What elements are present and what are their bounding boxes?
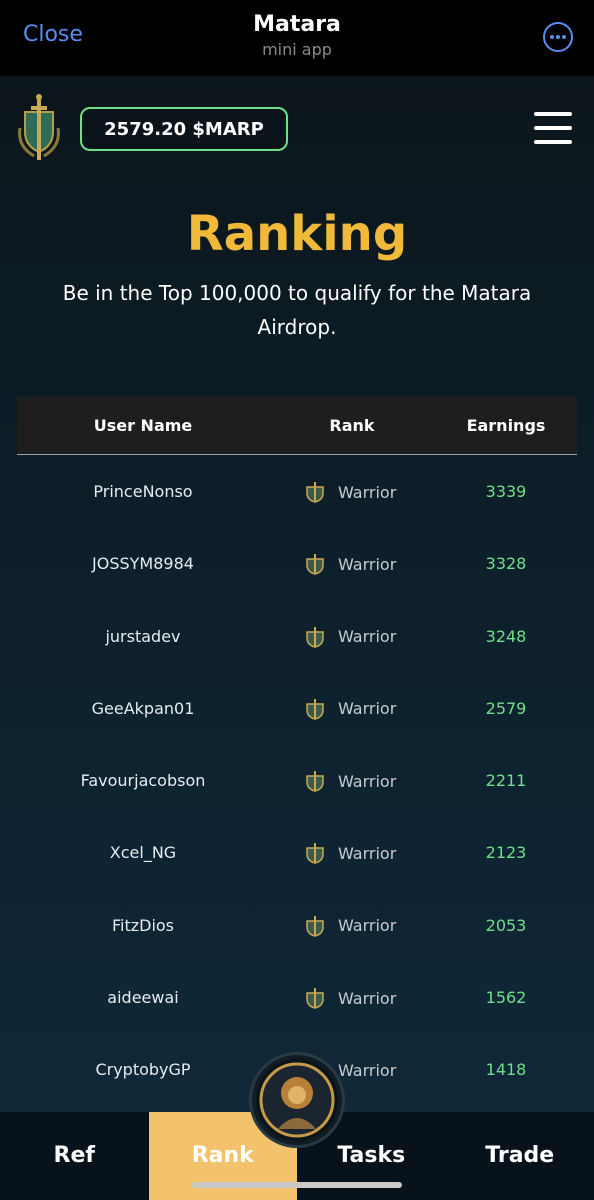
rank-label: Warrior (338, 627, 397, 647)
rank-cell: Warrior (304, 987, 396, 1009)
user-name-cell: aideewai (107, 988, 179, 1008)
earnings-cell: 2211 (485, 771, 527, 791)
rank-label: Warrior (338, 771, 397, 791)
lion-warrior-icon (259, 1062, 335, 1138)
tab-ref[interactable]: Ref (0, 1112, 149, 1200)
warrior-helmet-icon (306, 626, 324, 648)
column-header-user-name: User Name (93, 416, 193, 435)
column-header-rank: Rank (329, 416, 375, 435)
rank-cell: Warrior (304, 842, 397, 865)
earnings-cell: 3248 (485, 626, 527, 646)
rank-cell: Warrior (304, 481, 396, 503)
rank-cell: Warrior (304, 698, 396, 720)
table-row: GeeAkpan01 Warrior 2579 (17, 673, 577, 745)
tab-trade[interactable]: Trade (446, 1112, 594, 1200)
app-title: Matara (253, 12, 341, 37)
table-row: FitzDios Warrior 2053 (17, 890, 577, 962)
earnings-cell: 3328 (485, 554, 527, 574)
telegram-top-bar: Close Matara mini app (0, 0, 594, 76)
warrior-helmet-icon (306, 915, 324, 937)
table-row: JOSSYM8984 Warrior 3328 (17, 528, 577, 600)
rank-label: Warrior (338, 988, 397, 1008)
balance-badge: 2579.20 $MARP (80, 107, 288, 151)
earnings-cell: 2123 (485, 843, 527, 863)
earnings-cell: 2053 (485, 915, 527, 935)
rank-label: Warrior (338, 843, 397, 863)
sword-shield-logo (18, 94, 60, 160)
rank-label: Warrior (338, 482, 397, 502)
user-name-cell: JOSSYM8984 (92, 554, 194, 574)
warrior-helmet-icon (306, 482, 324, 503)
column-header-earnings: Earnings (466, 416, 546, 435)
rank-cell: Warrior (304, 770, 396, 792)
warrior-helmet-icon (306, 988, 324, 1009)
app-subtitle: mini app (262, 40, 332, 59)
app-screen: Close Matara mini app 2579.20 $MARP Rank… (0, 0, 594, 1200)
page-title: Ranking (186, 206, 408, 262)
rank-cell: Warrior (304, 626, 396, 648)
warrior-helmet-icon (306, 698, 324, 720)
rank-label: Warrior (338, 1060, 397, 1080)
rank-cell: Warrior (304, 915, 396, 937)
page-subtitle: Be in the Top 100,000 to qualify for the… (62, 281, 532, 339)
table-row: jurstadev Warrior 3248 (17, 601, 577, 673)
user-name-cell: PrinceNonso (93, 482, 193, 501)
warrior-helmet-icon (306, 554, 324, 576)
user-name-cell: Favourjacobson (80, 771, 206, 791)
table-row: Favourjacobson Warrior 2211 (17, 745, 577, 817)
user-name-cell: CryptobyGP (95, 1060, 191, 1080)
lion-warrior-avatar[interactable] (252, 1055, 342, 1145)
home-indicator (192, 1182, 402, 1188)
rank-label: Warrior (338, 699, 397, 719)
app-header: 2579.20 $MARP (0, 76, 594, 186)
user-name-cell: jurstadev (105, 626, 181, 646)
table-row: aideewai Warrior 1562 (17, 962, 577, 1034)
more-horizontal-icon[interactable] (543, 22, 573, 52)
ranking-list: PrinceNonso Warrior 3339 JOSSYM8984 Warr… (17, 456, 577, 1107)
rank-label: Warrior (338, 916, 397, 936)
earnings-cell: 1418 (485, 1060, 527, 1080)
rank-label: Warrior (338, 554, 397, 574)
table-row: PrinceNonso Warrior 3339 (17, 456, 577, 528)
earnings-cell: 3339 (485, 482, 527, 501)
table-row: Xcel_NG Warrior 2123 (17, 817, 577, 889)
user-name-cell: FitzDios (111, 915, 175, 935)
user-name-cell: GeeAkpan01 (91, 698, 195, 718)
hamburger-menu-icon[interactable] (534, 112, 572, 144)
warrior-helmet-icon (306, 843, 324, 865)
user-name-cell: Xcel_NG (109, 843, 177, 863)
rank-cell: Warrior (304, 553, 397, 576)
earnings-cell: 2579 (485, 698, 527, 718)
warrior-helmet-icon (306, 771, 324, 792)
table-header: User Name Rank Earnings (17, 397, 577, 455)
earnings-cell: 1562 (485, 988, 527, 1008)
